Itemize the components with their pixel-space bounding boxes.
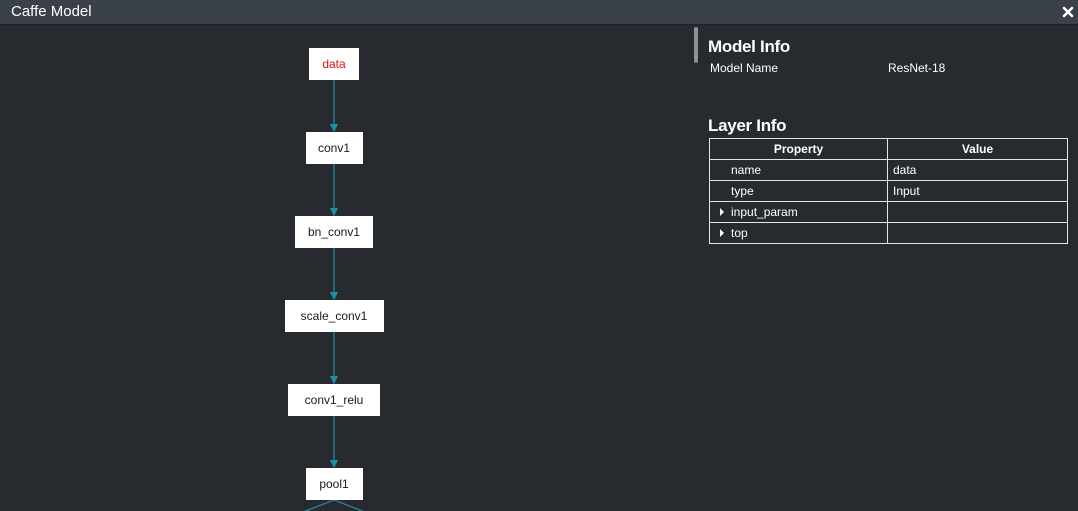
property-cell: name (709, 159, 888, 181)
layer-info-heading: Layer Info (708, 116, 787, 135)
graph-node-pool1[interactable]: pool1 (305, 468, 363, 500)
property-name: input_param (731, 205, 798, 219)
graph-edges (303, 80, 365, 511)
network-graph[interactable]: data conv1 bn_conv1 scale_conv1 conv1_relupo… (0, 26, 690, 511)
graph-node-data[interactable]: data (309, 48, 359, 80)
property-name: type (731, 184, 754, 198)
property-name: top (731, 226, 748, 240)
table-row[interactable]: input_param (709, 201, 1068, 223)
value-cell (887, 201, 1068, 223)
property-cell-expandable[interactable]: top (709, 222, 888, 244)
value-cell (887, 222, 1068, 244)
graph-node-conv1[interactable]: conv1 (305, 132, 363, 164)
table-row: type Input (709, 180, 1068, 202)
graph-edge-branch-right (333, 499, 365, 511)
graph-node-scale-conv1[interactable]: scale_conv1 (284, 300, 384, 332)
property-cell: type (709, 180, 888, 202)
caffe-model-window: Caffe Model data conv1 bn_conv1 scale_conv1… (0, 0, 1078, 511)
property-name: name (731, 163, 762, 177)
table-header-row: Property Value (709, 138, 1068, 160)
window-title: Caffe Model (11, 3, 92, 20)
table-row: name data (709, 159, 1068, 181)
caret-right-icon[interactable] (720, 208, 724, 216)
panel-scrollbar-thumb[interactable] (694, 27, 698, 63)
graph-node-bn-conv1[interactable]: bn_conv1 (295, 216, 373, 248)
value-cell: data (887, 159, 1068, 181)
caret-right-icon[interactable] (720, 229, 724, 237)
value-cell: Input (887, 180, 1068, 202)
graph-node-conv1-relu[interactable]: conv1_relu (288, 384, 380, 416)
title-bar: Caffe Model (0, 0, 1078, 25)
close-button[interactable] (1061, 4, 1075, 20)
model-name-label: Model Name (710, 61, 779, 75)
model-name-value: ResNet-18 (888, 61, 946, 75)
table-row[interactable]: top (709, 222, 1068, 244)
layer-info-table: Property Value name data type Input inpu… (709, 138, 1068, 244)
column-header-property: Property (709, 138, 888, 160)
column-header-value: Value (887, 138, 1068, 160)
close-icon (1062, 6, 1074, 18)
model-info-heading: Model Info (708, 37, 790, 56)
graph-edge-branch-left (303, 499, 335, 511)
property-cell-expandable[interactable]: input_param (709, 201, 888, 223)
